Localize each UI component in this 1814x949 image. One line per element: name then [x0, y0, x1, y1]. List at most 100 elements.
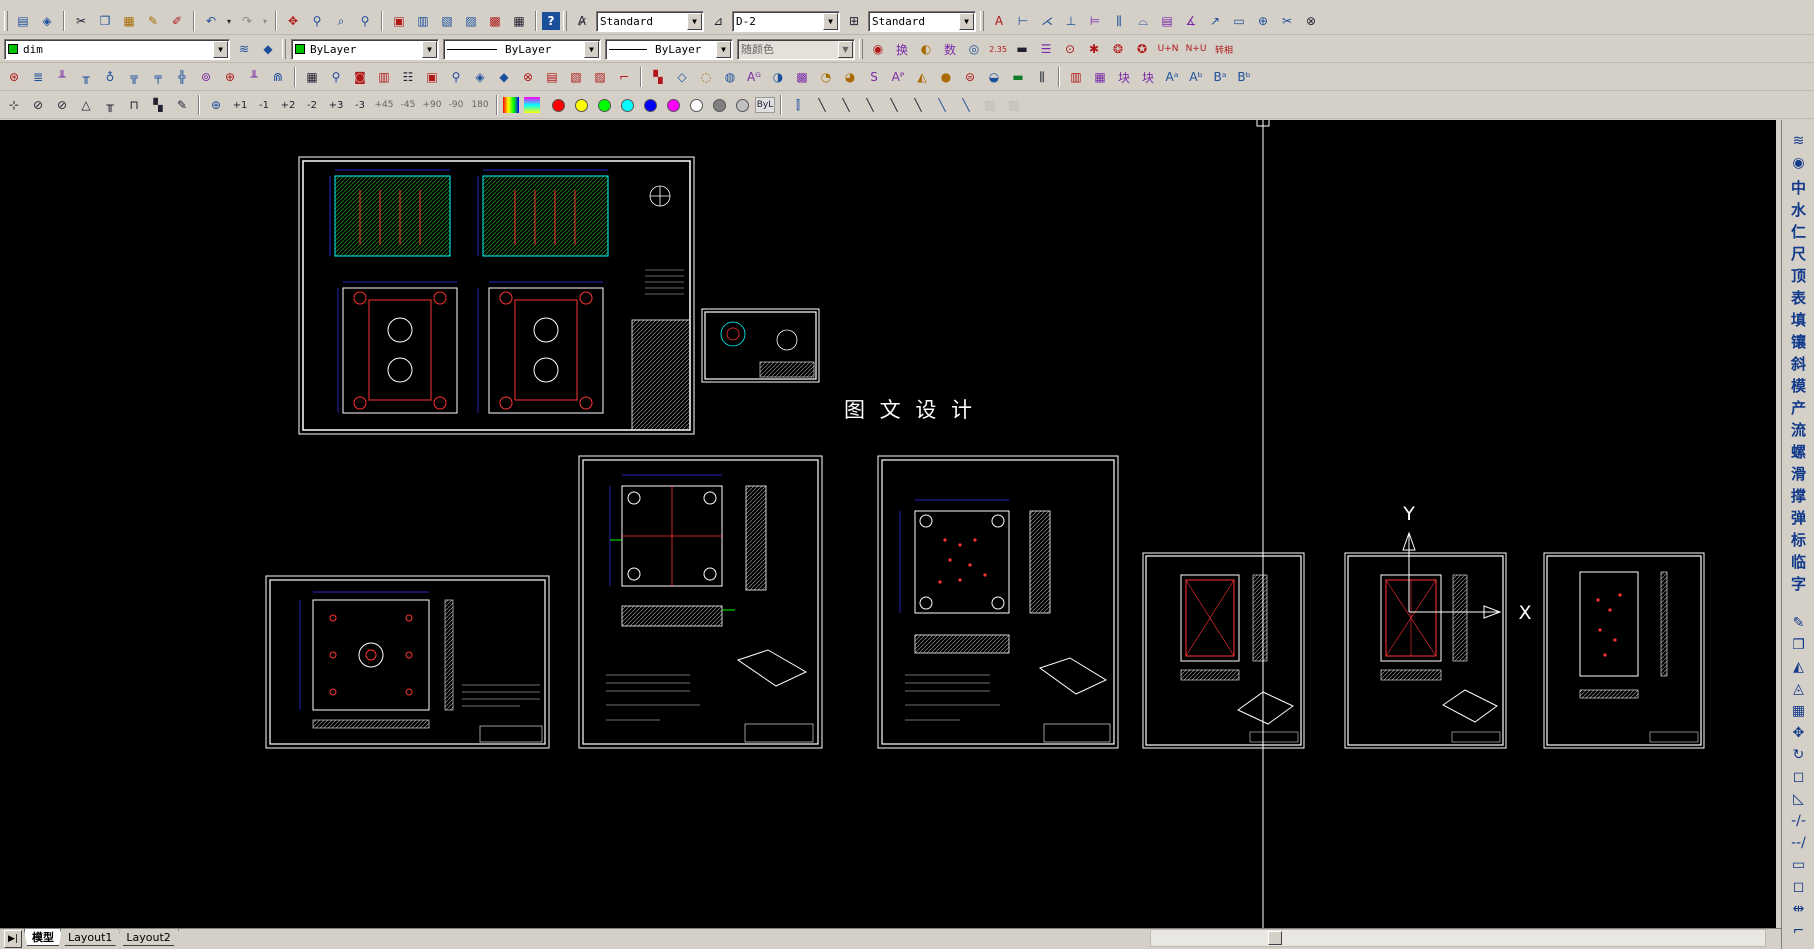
rotate-tool-9-icon[interactable]: ⊕ [205, 94, 227, 116]
dim-diameter-icon[interactable]: ▤ [1156, 10, 1178, 32]
plot-style-select[interactable]: 随颜色 ▼ [737, 38, 855, 60]
chinese-tool-button[interactable]: 流 [1782, 418, 1814, 440]
fillet-icon[interactable]: ⌐ [1782, 920, 1814, 942]
chinese-tool-button[interactable]: 尺 [1782, 242, 1814, 264]
tool-r3-29-icon[interactable]: ⫼ [1031, 66, 1053, 88]
scale-icon[interactable]: ◻ [1782, 766, 1814, 788]
tool-r3-25-icon[interactable]: ● [935, 66, 957, 88]
layer-previous-icon[interactable]: ◆ [257, 38, 279, 60]
line-tool-7-icon[interactable]: ╲ [931, 94, 953, 116]
plugin-tool-12-icon[interactable]: ✪ [1131, 38, 1153, 60]
tool-r3-19-icon[interactable]: ▩ [791, 66, 813, 88]
tool-r3-11-icon[interactable]: ▨ [589, 66, 611, 88]
chamfer-icon[interactable]: ⇹ [1782, 898, 1814, 920]
mold-tool-icon[interactable]: ◉ [1782, 152, 1814, 174]
rotate-minus-1[interactable]: -1 [253, 94, 275, 116]
table-style-select[interactable]: Standard ▼ [868, 10, 976, 32]
paste-icon[interactable]: ▦ [118, 10, 140, 32]
layout-tab[interactable]: Layout2 [118, 929, 179, 946]
print-preview-icon[interactable]: ▤ [12, 10, 34, 32]
line-tool-5-icon[interactable]: ╲ [883, 94, 905, 116]
line-tool-4-icon[interactable]: ╲ [859, 94, 881, 116]
tool-r3-3-icon[interactable]: ☷ [397, 66, 419, 88]
line-tool-10-icon[interactable]: ▨ [1003, 94, 1025, 116]
properties-icon[interactable]: ▣ [388, 10, 410, 32]
rotate-minus-45[interactable]: -45 [397, 94, 419, 116]
rotate-tool-3-icon[interactable]: ⊘ [51, 94, 73, 116]
chevron-down-icon[interactable]: ▼ [687, 12, 702, 30]
sheet-set-icon[interactable]: ▨ [460, 10, 482, 32]
text-style-select[interactable]: Standard ▼ [596, 10, 704, 32]
tool-r3-24-icon[interactable]: ◭ [911, 66, 933, 88]
chinese-tool-button[interactable]: 标 [1782, 528, 1814, 550]
plugin-tool-6-icon[interactable]: 2.35 [987, 38, 1009, 60]
plugin-tool-5-icon[interactable]: ◎ [963, 38, 985, 60]
dim-aligned-icon[interactable]: ⋌ [1036, 10, 1058, 32]
text-tool-icon[interactable]: A [988, 10, 1010, 32]
true-color-icon[interactable] [524, 97, 540, 113]
palette-swatch[interactable] [690, 98, 703, 112]
dim-linear-icon[interactable]: ⊢ [1012, 10, 1034, 32]
tool-r3-37-icon[interactable]: Bᵇ [1233, 66, 1255, 88]
mirror-icon[interactable]: ◭ [1782, 656, 1814, 678]
tool-r3-34-icon[interactable]: Aᵃ [1161, 66, 1183, 88]
tool-r3-13-icon[interactable]: ▚ [647, 66, 669, 88]
plugin-tool-10-icon[interactable]: ✱ [1083, 38, 1105, 60]
drawing-canvas[interactable]: 图 文 设 计 Y X [0, 120, 1781, 928]
extend-icon[interactable]: --/ [1782, 832, 1814, 854]
rotate-plus-90[interactable]: +90 [421, 94, 443, 116]
tool-r3-22-icon[interactable]: S [863, 66, 885, 88]
dim-baseline-icon[interactable]: ⊥ [1060, 10, 1082, 32]
plugin-tool-7-icon[interactable]: ▬ [1011, 38, 1033, 60]
array-icon[interactable]: ▦ [1782, 700, 1814, 722]
chinese-tool-button[interactable]: 水 [1782, 198, 1814, 220]
part-sheet-6[interactable] [1142, 552, 1305, 749]
undo-icon[interactable]: ↶ [200, 10, 222, 32]
mold-tool-9-icon[interactable]: ⊚ [195, 66, 217, 88]
layout-tab[interactable]: 模型 [24, 929, 62, 946]
assembly-drawing-sheet[interactable] [298, 156, 695, 435]
mold-tool-11-icon[interactable]: ╨ [243, 66, 265, 88]
dim-ordinate-icon[interactable]: ⫼ [1108, 10, 1130, 32]
mold-tool-5-icon[interactable]: ♁ [99, 66, 121, 88]
rotate-tool-6-icon[interactable]: ⊓ [123, 94, 145, 116]
palette-swatch[interactable] [644, 98, 657, 112]
chinese-tool-button[interactable]: 填 [1782, 308, 1814, 330]
linetype-select[interactable]: ByLayer ▼ [443, 38, 601, 60]
rotate-icon[interactable]: ↻ [1782, 744, 1814, 766]
tool-u-plus-n[interactable]: U+N [1155, 38, 1181, 60]
dim-update-icon[interactable]: ⊗ [1300, 10, 1322, 32]
tool-r3-9-icon[interactable]: ▤ [541, 66, 563, 88]
rotate-tool-1-icon[interactable]: ⊹ [3, 94, 25, 116]
redo-dropdown-icon[interactable]: ▾ [260, 10, 270, 32]
plugin-tool-9-icon[interactable]: ⊙ [1059, 38, 1081, 60]
dim-leader-icon[interactable]: ↗ [1204, 10, 1226, 32]
chinese-tool-button[interactable]: 螺 [1782, 440, 1814, 462]
zoom-window-icon[interactable]: ⌕ [330, 10, 352, 32]
zoom-realtime-icon[interactable]: ⚲ [306, 10, 328, 32]
match-properties-icon[interactable]: ✎ [142, 10, 164, 32]
rotate-plus-3[interactable]: +3 [325, 94, 347, 116]
part-sheet-small[interactable] [701, 308, 820, 383]
layer-select[interactable]: dim ▼ [4, 38, 230, 60]
tool-r3-15-icon[interactable]: ◌ [695, 66, 717, 88]
undo-dropdown-icon[interactable]: ▾ [224, 10, 234, 32]
chevron-down-icon[interactable]: ▼ [838, 40, 853, 58]
rotate-tool-2-icon[interactable]: ⊘ [27, 94, 49, 116]
line-tool-3-icon[interactable]: ╲ [835, 94, 857, 116]
tool-r3-36-icon[interactable]: Bᵃ [1209, 66, 1231, 88]
mold-tool-4-icon[interactable]: ╥ [75, 66, 97, 88]
rotate-minus-3[interactable]: -3 [349, 94, 371, 116]
trim-icon[interactable]: -/- [1782, 810, 1814, 832]
dim-continue-icon[interactable]: ⊨ [1084, 10, 1106, 32]
rotate-plus-2[interactable]: +2 [277, 94, 299, 116]
line-tool-9-icon[interactable]: ▨ [979, 94, 1001, 116]
break-icon[interactable]: ▭ [1782, 854, 1814, 876]
chinese-tool-button[interactable]: 顶 [1782, 264, 1814, 286]
palette-swatch[interactable] [575, 98, 588, 112]
plugin-tool-11-icon[interactable]: ❂ [1107, 38, 1129, 60]
dim-style-select[interactable]: D-2 ▼ [732, 10, 840, 32]
tolerance-icon[interactable]: ▭ [1228, 10, 1250, 32]
find-tool-icon[interactable]: ⚲ [325, 66, 347, 88]
palette-swatch[interactable] [713, 98, 726, 112]
